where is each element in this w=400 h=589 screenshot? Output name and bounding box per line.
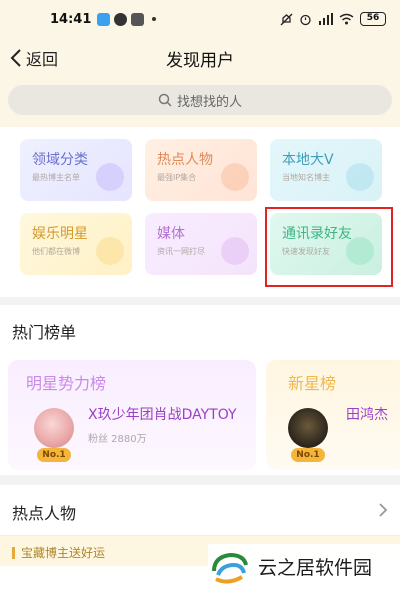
section-title-hot-list: 热门榜单 xyxy=(12,323,77,342)
promo-bullet xyxy=(12,547,15,559)
header-area: 14:41 56 返回 发现用户 找想找的人 xyxy=(0,0,400,127)
app-icon-blue xyxy=(97,12,111,26)
location-icon xyxy=(346,163,374,191)
page-title: 发现用户 xyxy=(166,51,234,71)
hot-people-header[interactable]: 热点人物 xyxy=(0,485,400,535)
promo-text: 宝藏博主送好运 xyxy=(21,546,106,560)
rank-top-name: X玖少年团肖战DAYTOY xyxy=(88,407,237,423)
status-time: 14:41 xyxy=(50,11,92,27)
app-icon-dark xyxy=(114,12,128,26)
rank-top-fans: 粉丝 2880万 xyxy=(88,434,147,445)
category-card-field[interactable]: 领域分类 最热博主名单 xyxy=(20,139,132,201)
rank-badge: No.1 xyxy=(291,448,325,462)
hot-list-section: 热门榜单 明星势力榜 No.1 X玖少年团肖战DAYTOY 粉丝 2880万 新… xyxy=(0,305,400,475)
rank-top-name: 田鸿杰 xyxy=(346,407,388,423)
contacts-icon xyxy=(346,237,374,265)
notification-dot xyxy=(152,17,157,21)
alarm-icon xyxy=(300,14,311,25)
silent-icon xyxy=(280,13,293,25)
rank-badge: No.1 xyxy=(37,448,71,462)
category-card-media[interactable]: 媒体 资讯一网打尽 xyxy=(145,213,257,275)
avatar xyxy=(288,408,328,448)
play-icon xyxy=(221,237,249,265)
status-right: 56 xyxy=(280,12,386,26)
cloud-logo-icon xyxy=(212,552,248,584)
wifi-icon xyxy=(339,13,354,25)
watermark: 云之居软件园 xyxy=(208,544,400,589)
rank-card-star-power[interactable]: 明星势力榜 No.1 X玖少年团肖战DAYTOY 粉丝 2880万 xyxy=(8,360,256,470)
category-card-contacts[interactable]: 通讯录好友 快速发现好友 xyxy=(270,213,382,275)
category-card-hot-people[interactable]: 热点人物 最强IP集合 xyxy=(145,139,257,201)
nav-bar: 返回 发现用户 xyxy=(0,38,400,78)
rank-card-new-star[interactable]: 新星榜 No.1 田鸿杰 xyxy=(266,360,400,470)
flame-icon xyxy=(221,163,249,191)
signal-icon xyxy=(319,13,333,25)
rank-card-title: 新星榜 xyxy=(288,374,337,393)
watermark-text: 云之居软件园 xyxy=(258,557,373,579)
search-input[interactable]: 找想找的人 xyxy=(8,85,392,115)
category-card-entertainment[interactable]: 娱乐明星 他们都在微博 xyxy=(20,213,132,275)
avatar xyxy=(34,408,74,448)
category-card-local-v[interactable]: 本地大V 当地知名博主 xyxy=(270,139,382,201)
status-bar: 14:41 56 xyxy=(0,0,400,38)
search-placeholder: 找想找的人 xyxy=(176,94,242,110)
category-grid: 领域分类 最热博主名单 热点人物 最强IP集合 本地大V 当地知名博主 娱乐明星… xyxy=(0,127,400,297)
category-decoration-icon xyxy=(96,163,124,191)
app-icon-gray xyxy=(131,12,145,26)
search-icon xyxy=(158,93,172,107)
star-icon xyxy=(96,237,124,265)
battery-icon: 56 xyxy=(360,12,386,26)
rank-card-title: 明星势力榜 xyxy=(26,374,107,393)
section-title-hot-people: 热点人物 xyxy=(12,504,77,523)
chevron-right-icon xyxy=(379,503,388,517)
